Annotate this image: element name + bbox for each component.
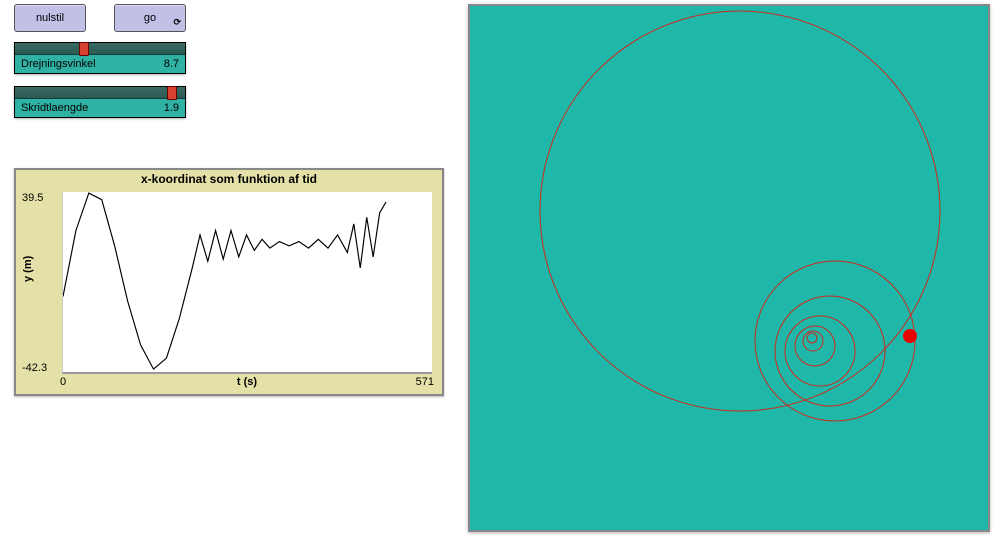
plot-svg [63, 192, 432, 372]
trail-circle-6 [803, 331, 823, 351]
y-axis-max: 39.5 [22, 192, 43, 204]
step-slider[interactable]: Skridtlaengde 1.9 [14, 86, 186, 118]
cycle-icon: ⟳ [173, 17, 181, 28]
plot-line [63, 193, 386, 369]
world-view [468, 4, 990, 532]
reset-button-label: nulstil [36, 12, 64, 24]
button-row: nulstil go ⟳ [14, 4, 444, 32]
plot-body: 39.5 -42.3 y (m) [22, 188, 436, 376]
plot-panel: x-koordinat som funktion af tid 39.5 -42… [14, 168, 444, 396]
x-axis-row: 0 t (s) 571 [60, 376, 434, 388]
trail-circle-2 [755, 261, 915, 421]
reset-button[interactable]: nulstil [14, 4, 86, 32]
step-slider-name: Skridtlaengde [21, 102, 88, 114]
x-axis-label: t (s) [237, 376, 257, 388]
plot-area [62, 192, 432, 374]
step-slider-thumb[interactable] [167, 86, 177, 100]
angle-slider[interactable]: Drejningsvinkel 8.7 [14, 42, 186, 74]
y-axis-min: -42.3 [22, 362, 47, 374]
trail-circle-7 [807, 333, 817, 343]
go-button-label: go [144, 12, 156, 24]
x-axis-min: 0 [60, 376, 66, 388]
trail-circle-5 [795, 326, 835, 366]
world-svg [470, 6, 988, 530]
go-button[interactable]: go ⟳ [114, 4, 186, 32]
plot-title: x-koordinat som funktion af tid [16, 170, 442, 188]
agent-dot [903, 329, 917, 343]
y-axis-label: y (m) [22, 256, 34, 282]
angle-slider-value: 8.7 [164, 58, 179, 70]
angle-slider-thumb[interactable] [79, 42, 89, 56]
angle-slider-labelrow: Drejningsvinkel 8.7 [15, 55, 185, 73]
step-slider-labelrow: Skridtlaengde 1.9 [15, 99, 185, 117]
trail-circle-1 [540, 11, 940, 411]
x-axis-max: 571 [416, 376, 434, 388]
angle-slider-track[interactable] [15, 43, 185, 55]
controls-panel: nulstil go ⟳ Drejningsvinkel 8.7 Skridtl… [14, 4, 444, 130]
step-slider-track[interactable] [15, 87, 185, 99]
angle-slider-name: Drejningsvinkel [21, 58, 96, 70]
step-slider-value: 1.9 [164, 102, 179, 114]
